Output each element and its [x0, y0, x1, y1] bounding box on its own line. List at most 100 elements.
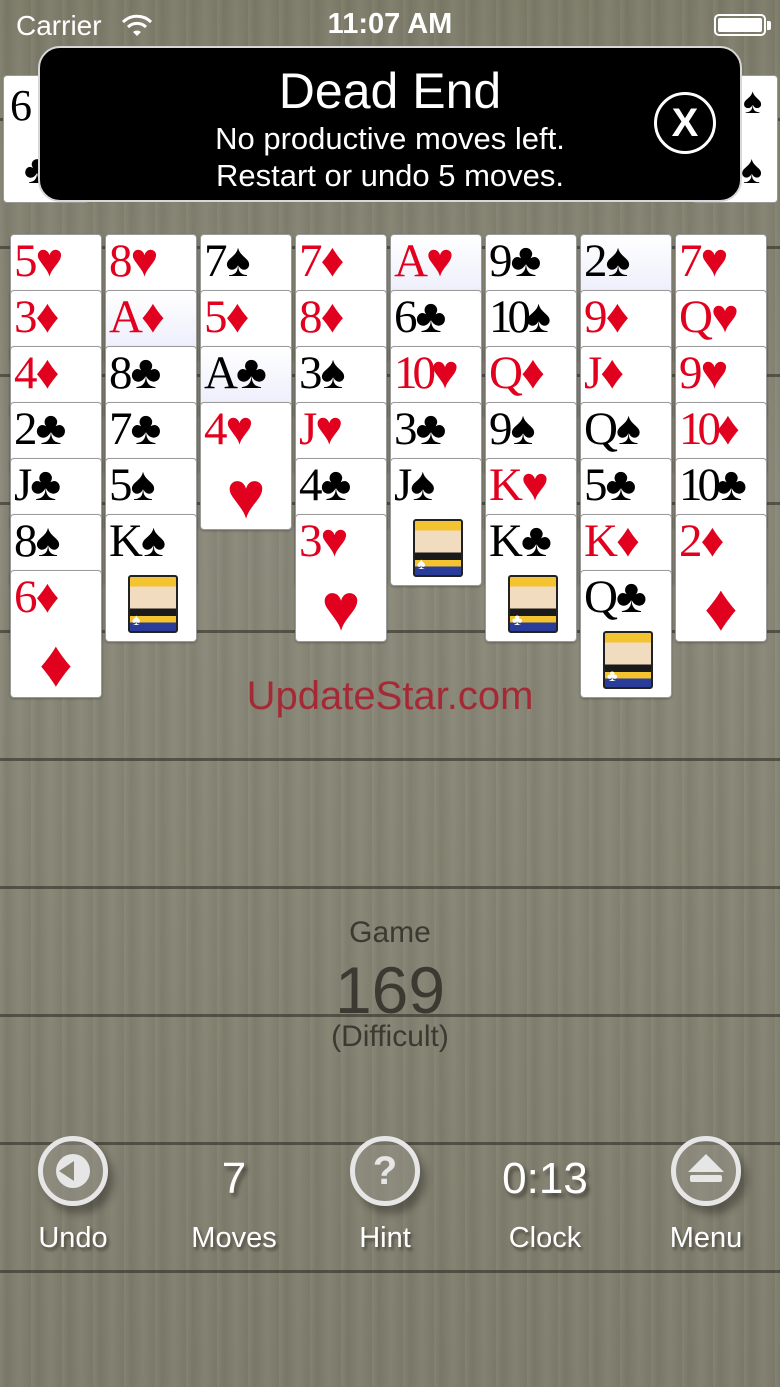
- card-index: 7♠: [204, 235, 250, 289]
- card-rank: A: [394, 235, 428, 287]
- card-rank: 6: [14, 571, 37, 623]
- card-suit: ♦: [605, 291, 630, 343]
- card-rank: 10: [679, 459, 721, 511]
- card-rank: Q: [584, 403, 618, 455]
- card-rank: 9: [489, 235, 512, 287]
- card-suit: ♣: [235, 347, 267, 399]
- card-rank: 3: [299, 515, 322, 567]
- card-suit: ♦: [615, 515, 640, 567]
- card-rank: 7: [109, 403, 132, 455]
- card-index: J♥: [299, 403, 343, 457]
- hint-label: Hint: [359, 1222, 411, 1254]
- foundation-right-suit-bottom: ♠: [741, 147, 763, 192]
- face-card-picture: ♣: [508, 575, 558, 633]
- card-index: 5♠: [109, 459, 155, 513]
- card-index: Q♦: [489, 347, 545, 401]
- card-suit: ♣: [415, 403, 447, 455]
- card-suit: ♥: [710, 291, 739, 343]
- card-rank: 2: [679, 515, 702, 567]
- card-rank: 3: [299, 347, 322, 399]
- battery-icon: [714, 14, 771, 36]
- card-suit: ♦: [320, 235, 345, 287]
- card-index: 8♠: [14, 515, 60, 569]
- card-suit: ♥: [700, 347, 729, 399]
- card-rank: 9: [679, 347, 702, 399]
- card-rank: 3: [14, 291, 37, 343]
- hint-button[interactable]: ? Hint: [320, 1136, 450, 1254]
- card-index: 6♣: [394, 291, 446, 345]
- dialog-title: Dead End: [278, 63, 502, 119]
- undo-label: Undo: [38, 1222, 108, 1254]
- card-suit: ♠: [320, 347, 346, 399]
- card-index: 5♥: [14, 235, 64, 289]
- card-index: A♥: [394, 235, 454, 289]
- card-index: 5♣: [584, 459, 636, 513]
- card-index: 9♥: [679, 347, 729, 401]
- foundation-right-suit: ♠: [743, 81, 763, 121]
- playing-card[interactable]: J♠ ♠: [390, 458, 482, 586]
- playing-card[interactable]: K♠ ♠: [105, 514, 197, 642]
- card-suit: ♣: [716, 459, 747, 511]
- face-card-picture: ♠: [413, 519, 463, 577]
- card-rank: K: [489, 515, 523, 567]
- card-suit: ♦: [35, 347, 60, 399]
- card-suit: ♥: [225, 403, 254, 455]
- playing-card[interactable]: K♣ ♣: [485, 514, 577, 642]
- card-index: 2♠: [584, 235, 631, 289]
- card-index: 10♥: [394, 347, 459, 401]
- card-index: 2♣: [14, 403, 67, 457]
- card-rank: Q: [489, 347, 523, 399]
- card-rank: 5: [584, 459, 607, 511]
- card-index: J♠: [394, 459, 435, 513]
- card-suit: ♣: [130, 347, 162, 399]
- card-suit: ♥: [431, 347, 459, 399]
- card-index: 8♣: [109, 347, 162, 401]
- card-suit: ♣: [35, 403, 67, 455]
- undo-button[interactable]: Undo: [8, 1136, 138, 1254]
- card-rank: 7: [679, 235, 702, 287]
- card-rank: J: [394, 459, 412, 511]
- playing-card[interactable]: 6♦ ♦: [10, 570, 102, 698]
- card-suit: ♦: [320, 291, 345, 343]
- playing-card[interactable]: 3♥ ♥: [295, 514, 387, 642]
- card-rank: 4: [204, 403, 227, 455]
- moves-label: Moves: [191, 1222, 277, 1254]
- card-index: K♣: [489, 515, 552, 569]
- menu-label: Menu: [669, 1222, 743, 1254]
- card-index: 5♦: [204, 291, 249, 345]
- card-suit: ♠: [526, 291, 551, 343]
- card-index: 2♦: [679, 515, 724, 569]
- playing-card[interactable]: 2♦ ♦: [675, 514, 767, 642]
- card-suit: ♥: [35, 235, 64, 287]
- card-rank: 6: [394, 291, 417, 343]
- close-icon[interactable]: X: [654, 92, 716, 154]
- menu-button[interactable]: Menu: [641, 1136, 771, 1254]
- card-index: 10♠: [489, 291, 551, 345]
- card-suit: ♥: [315, 403, 343, 455]
- face-card-picture: ♣: [603, 631, 653, 689]
- card-rank: 5: [204, 291, 227, 343]
- card-rank: K: [584, 515, 618, 567]
- card-center-suit: ♦: [39, 626, 73, 698]
- card-index: 10♣: [679, 459, 747, 513]
- card-index: 3♠: [299, 347, 346, 401]
- card-rank: A: [109, 291, 143, 343]
- card-suit: ♥: [320, 515, 349, 567]
- card-rank: Q: [679, 291, 713, 343]
- moves-value: 7: [221, 1154, 247, 1203]
- card-index: K♦: [584, 515, 640, 569]
- card-suit: ♠: [605, 235, 631, 287]
- clock-label: Clock: [508, 1222, 582, 1254]
- card-suit: ♦: [140, 291, 165, 343]
- card-index: A♣: [204, 347, 267, 401]
- card-suit: ♠: [510, 403, 536, 455]
- playing-card[interactable]: 4♥ ♥: [200, 402, 292, 530]
- card-suit: ♠: [410, 459, 435, 511]
- dead-end-dialog: Dead End No productive moves left. Resta…: [38, 46, 742, 202]
- playing-card[interactable]: Q♣ ♣: [580, 570, 672, 698]
- card-rank: J: [299, 403, 317, 455]
- card-rank: A: [204, 347, 238, 399]
- card-suit: ♦: [520, 347, 545, 399]
- card-index: 3♥: [299, 515, 349, 569]
- card-center-suit: ♥: [226, 458, 266, 530]
